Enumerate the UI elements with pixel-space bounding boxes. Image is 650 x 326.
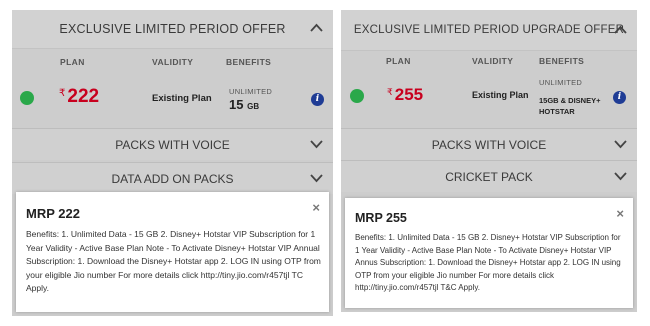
active-plan-dot-icon [350,89,364,103]
modal-title: MRP 255 [355,211,407,225]
chevron-down-icon[interactable] [614,172,627,181]
chevron-up-icon[interactable] [310,23,323,32]
plan-validity: Existing Plan [472,90,529,100]
benefit-data-line-2: HOTSTAR [539,107,575,116]
offer-header-label: EXCLUSIVE LIMITED PERIOD UPGRADE OFFER [353,24,625,36]
chevron-down-icon[interactable] [614,140,627,149]
modal-title: MRP 222 [26,206,80,221]
plan-validity: Existing Plan [152,93,212,104]
chevron-up-icon[interactable] [614,25,627,34]
column-validity: VALIDITY [472,56,514,66]
modal-body: Benefits: 1. Unlimited Data - 15 GB 2. D… [355,233,621,292]
currency-symbol: ₹ [387,87,393,97]
plan-price-value: 255 [394,85,424,104]
benefit-data-unit: GB [247,102,260,111]
left-screenshot: EXCLUSIVE LIMITED PERIOD OFFER PLAN VALI… [12,10,333,316]
plan-price[interactable]: ₹222 [59,86,99,108]
plan-details-modal: MRP 222 × Benefits: 1. Unlimited Data - … [16,192,329,312]
column-benefits: BENEFITS [226,57,272,67]
plan-price[interactable]: ₹255 [387,85,423,105]
row-label: CRICKET PACK [445,169,533,184]
benefit-data-line-1: 15GB & DISNEY+ [539,96,601,105]
data-add-on-packs-row[interactable]: DATA ADD ON PACKS [12,162,333,194]
chevron-down-icon[interactable] [310,174,323,183]
column-benefits: BENEFITS [539,56,585,66]
right-screenshot: EXCLUSIVE LIMITED PERIOD UPGRADE OFFER P… [341,10,637,312]
column-validity: VALIDITY [152,57,194,67]
offer-header[interactable]: EXCLUSIVE LIMITED PERIOD UPGRADE OFFER [341,10,637,51]
plan-details-modal: MRP 255 × Benefits: 1. Unlimited Data - … [345,198,633,308]
offer-header[interactable]: EXCLUSIVE LIMITED PERIOD OFFER [12,10,333,49]
benefit-unlimited: UNLIMITED [539,78,583,87]
row-label: DATA ADD ON PACKS [111,171,234,186]
benefit-unlimited: UNLIMITED [229,87,273,96]
packs-with-voice-row[interactable]: PACKS WITH VOICE [12,128,333,160]
column-plan: PLAN [60,57,85,67]
cricket-pack-row[interactable]: CRICKET PACK [341,160,637,192]
column-plan: PLAN [386,56,411,66]
chevron-down-icon[interactable] [310,140,323,149]
benefit-data: 15 GB [229,97,259,112]
info-icon[interactable]: i [613,91,626,104]
plan-price-value: 222 [67,86,100,107]
active-plan-dot-icon [20,91,34,105]
benefit-data-value: 15 [229,97,244,112]
row-label: PACKS WITH VOICE [115,137,230,152]
currency-symbol: ₹ [59,88,66,99]
row-label: PACKS WITH VOICE [431,137,547,152]
close-icon[interactable]: × [616,206,624,221]
offer-header-label: EXCLUSIVE LIMITED PERIOD OFFER [59,22,286,36]
info-icon[interactable]: i [311,93,324,106]
close-icon[interactable]: × [312,200,320,215]
modal-body: Benefits: 1. Unlimited Data - 15 GB 2. D… [26,229,321,293]
packs-with-voice-row[interactable]: PACKS WITH VOICE [341,128,637,160]
